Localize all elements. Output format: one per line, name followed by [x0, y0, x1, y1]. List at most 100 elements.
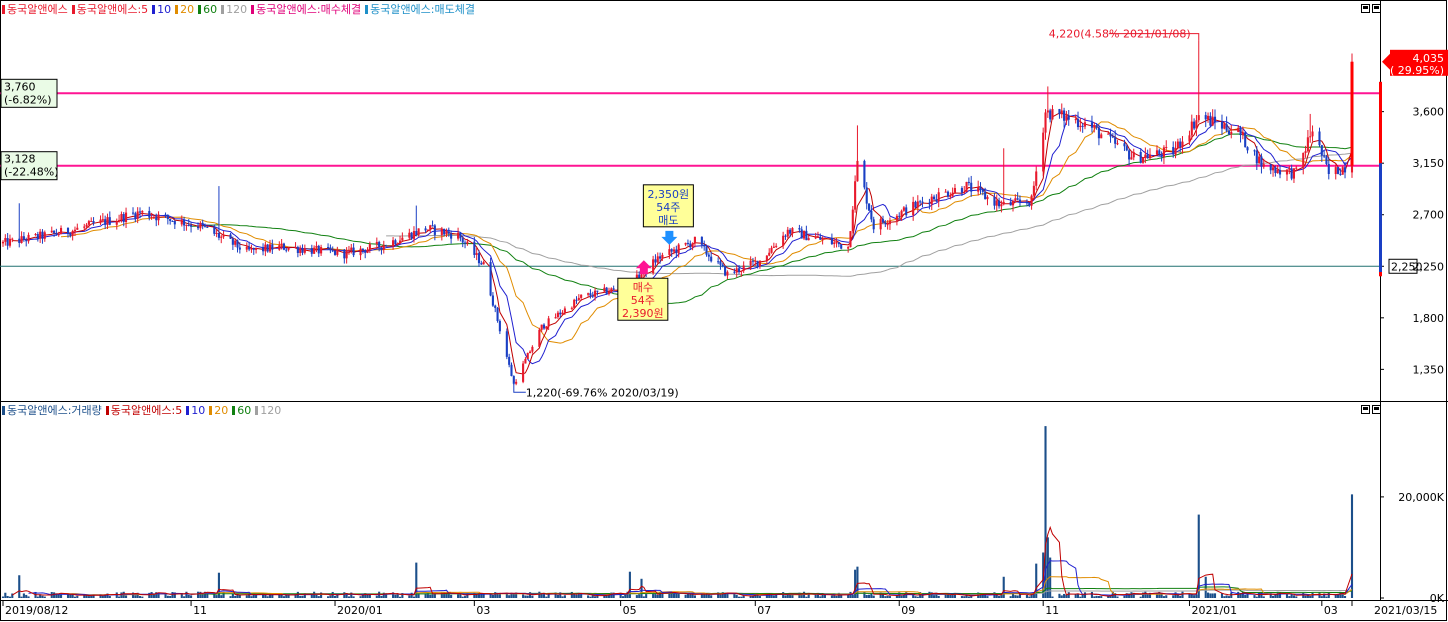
candle-body	[1028, 203, 1031, 206]
price-pane-maximize-button[interactable]	[1372, 4, 1381, 13]
candle-body	[261, 247, 265, 252]
candle-body	[1209, 115, 1212, 126]
legend-marker-icon	[186, 406, 190, 415]
volume-bar	[231, 593, 234, 598]
candle-body	[11, 238, 14, 240]
volume-bar	[234, 595, 237, 598]
legend-label: 20	[180, 3, 195, 16]
volume-bar	[271, 594, 274, 598]
candle	[603, 284, 606, 293]
volume-bar	[689, 594, 692, 598]
candle	[166, 214, 169, 225]
candle	[786, 226, 789, 239]
candle-body	[196, 226, 200, 229]
volume-bar	[375, 595, 378, 598]
x-tick-label: 2021/01	[1191, 604, 1237, 617]
price-pane-minimize-button[interactable]	[1361, 4, 1370, 13]
candle-body	[563, 308, 566, 313]
volume-bar	[589, 596, 592, 598]
candle-body	[587, 293, 590, 295]
volume-bar	[1230, 592, 1233, 598]
candle	[301, 244, 304, 256]
candle-body	[547, 318, 550, 327]
candle-body	[92, 221, 95, 224]
volume-bar	[937, 595, 940, 598]
candle	[1049, 108, 1052, 123]
candle	[515, 379, 518, 386]
candle	[1193, 118, 1196, 131]
candle-body	[440, 229, 443, 235]
candle-body	[770, 247, 773, 253]
candle-body	[993, 196, 996, 206]
volume-bar	[27, 596, 30, 598]
candle-body	[1109, 133, 1112, 137]
candle-body	[268, 244, 272, 252]
candle-body	[610, 288, 613, 292]
candle-body	[1295, 167, 1298, 169]
candle-body	[313, 247, 316, 254]
candle	[345, 247, 348, 264]
candle	[36, 231, 39, 242]
candle-body	[87, 221, 90, 225]
legend-label: 120	[226, 3, 248, 16]
volume-bar	[250, 596, 253, 598]
volume-pane-maximize-button[interactable]	[1372, 405, 1381, 414]
candle-body	[1204, 115, 1207, 120]
volume-bar	[1295, 596, 1298, 598]
volume-bar	[333, 595, 337, 598]
candle	[805, 225, 808, 241]
target-price-percent: (-22.48%)	[4, 166, 59, 179]
candle-body	[148, 210, 151, 218]
candle-body	[494, 305, 497, 308]
legend-label: 60	[237, 404, 252, 417]
candle	[872, 216, 875, 234]
candle-body	[963, 191, 966, 193]
candle	[768, 248, 771, 257]
candle	[494, 304, 497, 313]
legend-marker-icon	[255, 406, 259, 415]
candle	[830, 233, 833, 246]
candle-body	[234, 240, 237, 245]
candle	[512, 375, 515, 386]
legend-marker-icon	[175, 5, 179, 14]
candle	[268, 239, 272, 253]
candle-body	[34, 234, 37, 236]
candle-body	[99, 219, 102, 224]
candle-body	[317, 245, 320, 254]
candle-body	[392, 240, 395, 247]
candle-body	[482, 262, 485, 265]
volume-bar	[1288, 596, 1291, 598]
candle-body	[1276, 169, 1279, 174]
candle-body	[459, 232, 462, 239]
candle-body	[1181, 141, 1184, 148]
candle-body	[426, 229, 429, 231]
candle	[1285, 169, 1289, 181]
candle	[1278, 165, 1282, 179]
x-tick-label: 2020/01	[337, 604, 383, 617]
candle-body	[821, 239, 824, 241]
volume-bar	[301, 595, 304, 598]
candle	[998, 197, 1001, 209]
volume-bar	[315, 594, 318, 598]
volume-pane-minimize-button[interactable]	[1361, 405, 1370, 414]
candle	[935, 194, 938, 203]
volume-bar	[141, 596, 144, 598]
candle-body	[724, 266, 727, 276]
candle	[271, 239, 274, 254]
y-tick-label: 2,700	[1413, 209, 1445, 222]
volume-bar	[1227, 596, 1230, 598]
volume-bar	[677, 594, 680, 598]
candle-body	[837, 242, 840, 245]
candle	[605, 286, 608, 295]
volume-bar	[482, 594, 485, 598]
candle-body	[540, 324, 543, 330]
candle	[1116, 140, 1119, 146]
candle	[1253, 149, 1256, 156]
candle-body	[1255, 150, 1258, 164]
volume-bar	[1093, 596, 1096, 598]
candle	[106, 213, 109, 230]
candle-body	[1176, 141, 1179, 148]
candle-body	[201, 222, 204, 226]
candle-body	[1260, 156, 1263, 167]
target-price-label: 3,128	[4, 153, 36, 166]
